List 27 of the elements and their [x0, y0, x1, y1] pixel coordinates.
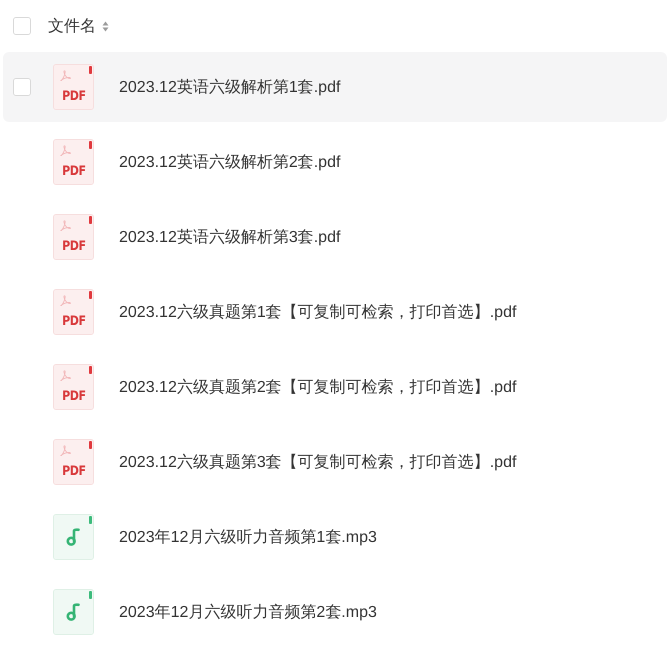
select-all-checkbox[interactable] [13, 17, 31, 35]
file-name[interactable]: 2023.12英语六级解析第1套.pdf [119, 76, 340, 98]
music-note-icon [66, 603, 82, 621]
file-name[interactable]: 2023.12六级真题第1套【可复制可检索，打印首选】.pdf [119, 302, 516, 322]
file-type-label: PDF [62, 390, 86, 404]
column-header[interactable]: 文件名 [48, 16, 96, 36]
file-name[interactable]: 2023.12六级真题第3套【可复制可检索，打印首选】.pdf [119, 452, 516, 472]
acrobat-icon [60, 145, 71, 156]
file-name[interactable]: 2023.12英语六级解析第2套.pdf [119, 152, 340, 172]
file-type-label: PDF [62, 90, 86, 104]
file-name[interactable]: 2023.12英语六级解析第3套.pdf [119, 226, 340, 248]
file-name[interactable]: 2023年12月六级听力音频第2套.mp3 [119, 602, 377, 622]
file-type-label: PDF [62, 240, 86, 254]
file-name[interactable]: 2023年12月六级听力音频第1套.mp3 [119, 526, 377, 548]
file-type-label: PDF [62, 165, 86, 179]
acrobat-icon [60, 445, 71, 456]
file-name[interactable]: 2023.12六级真题第2套【可复制可检索，打印首选】.pdf [119, 376, 516, 398]
acrobat-icon [60, 220, 71, 231]
acrobat-icon [60, 295, 71, 306]
file-type-label: PDF [62, 465, 86, 479]
row-checkbox[interactable] [13, 78, 31, 96]
file-type-label: PDF [62, 315, 86, 329]
file-row-highlight[interactable]: PDF 2023.12英语六级解析第1套.pdf [3, 52, 667, 122]
acrobat-icon [60, 70, 71, 81]
sort-icon[interactable] [102, 20, 109, 32]
music-note-icon [66, 528, 82, 546]
acrobat-icon [60, 370, 71, 381]
